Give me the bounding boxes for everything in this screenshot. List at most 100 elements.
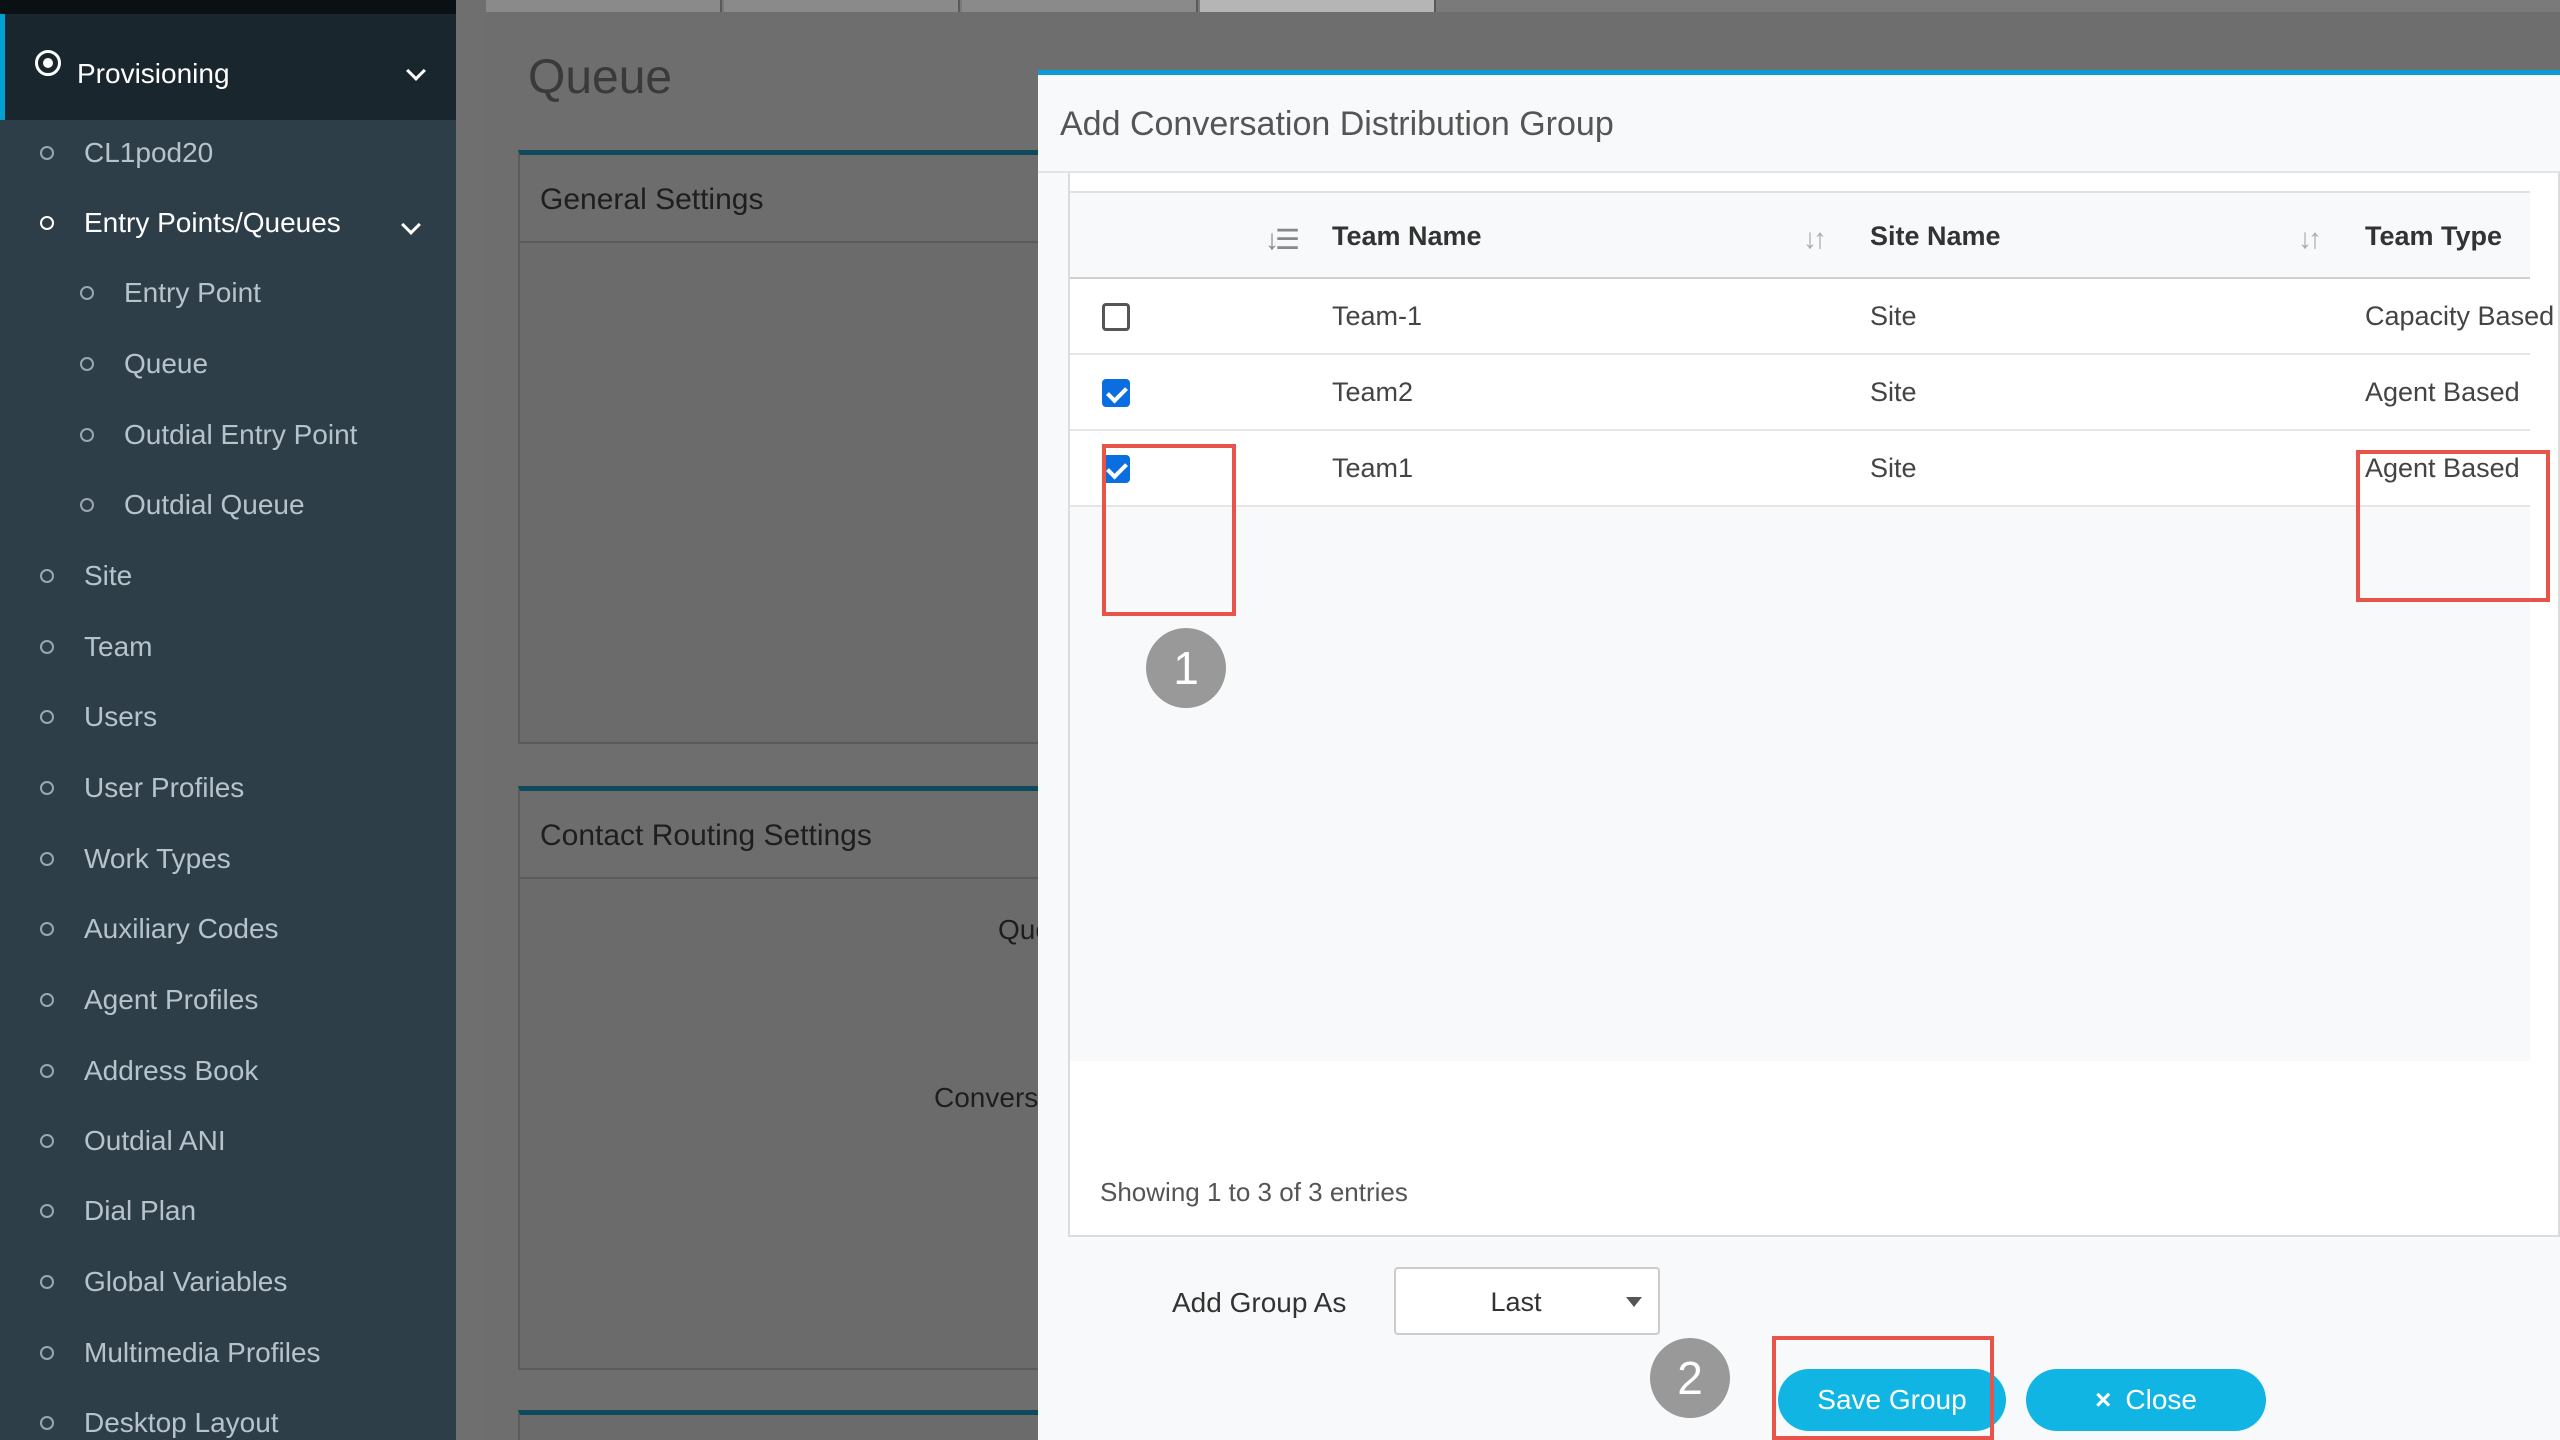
sort-icon[interactable]: ↓↑ [2298, 223, 2322, 255]
sidebar-section-provisioning[interactable]: Provisioning [0, 14, 456, 120]
sidebar-item-label: Entry Point [124, 277, 261, 308]
circle-icon [40, 993, 54, 1007]
sidebar-item-label: Dial Plan [84, 1195, 197, 1226]
sidebar-item-work-types[interactable]: Work Types [40, 834, 231, 884]
sidebar-item-label: Address Book [84, 1055, 259, 1086]
tab[interactable] [962, 0, 1198, 12]
sidebar-item-label: Team [84, 631, 153, 662]
sidebar-item-label: CL1pod20 [84, 137, 214, 168]
sidebar-item-multimedia-profiles[interactable]: Multimedia Profiles [40, 1328, 321, 1378]
sidebar-item-label: Outdial Queue [124, 489, 305, 520]
site-name-cell: Site [1870, 301, 1917, 331]
sidebar-item-desktop-layout[interactable]: Desktop Layout [40, 1398, 279, 1440]
tab[interactable] [486, 0, 722, 12]
sidebar-item-auxiliary-codes[interactable]: Auxiliary Codes [40, 904, 279, 954]
sidebar-item-label: Queue [124, 348, 209, 379]
tab-strip [486, 0, 2560, 12]
column-header-site-name[interactable]: Site Name [1870, 221, 2001, 252]
sidebar-item-queue[interactable]: Queue [80, 339, 208, 389]
select-value: Last [1490, 1287, 1542, 1317]
table-row[interactable]: Team2 Site Agent Based [1070, 355, 2530, 431]
sidebar-top-bar [0, 0, 456, 14]
sidebar-item-team[interactable]: Team [40, 622, 152, 672]
circle-icon [40, 146, 54, 160]
bottom-panel [518, 1410, 1058, 1440]
site-name-cell: Site [1870, 453, 1917, 483]
highlight-save-button [1772, 1336, 1994, 1440]
chevron-down-icon [401, 215, 421, 235]
sidebar-item-cl1pod20[interactable]: CL1pod20 [40, 128, 213, 178]
circle-icon [40, 781, 54, 795]
table-row[interactable]: Team-1 Site Capacity Based [1070, 279, 2554, 355]
button-label: Close [2125, 1384, 2197, 1415]
panel-title: General Settings [540, 183, 764, 216]
entries-info: Showing 1 to 3 of 3 entries [1100, 1177, 1408, 1207]
team-name-cell: Team2 [1332, 377, 1414, 407]
circle-icon [40, 569, 54, 583]
sort-icon[interactable]: ↓↑ [1803, 223, 1827, 255]
site-name-cell: Site [1870, 377, 1917, 407]
circle-icon [40, 1416, 54, 1430]
row-checkbox[interactable] [1102, 303, 1130, 331]
sidebar-item-agent-profiles[interactable]: Agent Profiles [40, 975, 258, 1025]
general-settings-panel: General Settings [518, 150, 1058, 744]
add-group-as-select[interactable]: Last [1394, 1267, 1660, 1335]
step-badge-1: 1 [1146, 628, 1226, 708]
chevron-down-icon [406, 61, 426, 81]
teams-table: ↓☰ Team Name ↓↑ Site Name ↓↑ Team Type T… [1070, 191, 2554, 1061]
panel-title: Contact Routing Settings [540, 819, 872, 852]
panel-header: General Settings [520, 155, 1056, 243]
tab-active[interactable] [1200, 0, 1436, 12]
circle-icon [40, 852, 54, 866]
target-icon [35, 50, 61, 76]
add-group-as-label: Add Group As [1172, 1287, 1347, 1318]
sidebar-item-user-profiles[interactable]: User Profiles [40, 763, 244, 813]
circle-icon [40, 1064, 54, 1078]
sidebar-item-outdial-ani[interactable]: Outdial ANI [40, 1116, 226, 1166]
sidebar-item-entry-points-queues[interactable]: Entry Points/Queues [40, 198, 341, 248]
sort-desc-icon[interactable]: ↓☰ [1265, 223, 1300, 256]
sidebar-item-label: Entry Points/Queues [84, 207, 341, 238]
team-name-cell: Team-1 [1332, 301, 1423, 331]
team-name-cell: Team1 [1332, 453, 1414, 483]
sidebar-item-label: Desktop Layout [84, 1407, 279, 1438]
sidebar-item-site[interactable]: Site [40, 551, 132, 601]
highlight-checkboxes [1102, 444, 1236, 616]
caret-down-icon [1626, 1297, 1642, 1307]
contact-routing-settings-panel: Contact Routing Settings [518, 786, 1058, 1370]
circle-icon [80, 357, 94, 371]
team-type-cell: Capacity Based [2365, 301, 2555, 331]
circle-icon [40, 1204, 54, 1218]
column-header-team-type[interactable]: Team Type [2365, 221, 2502, 252]
sidebar-section-title: Provisioning [77, 58, 230, 89]
sidebar-item-dial-plan[interactable]: Dial Plan [40, 1186, 196, 1236]
row-checkbox[interactable] [1102, 379, 1130, 407]
sidebar-item-outdial-queue[interactable]: Outdial Queue [80, 480, 305, 530]
sidebar: Provisioning CL1pod20 Entry Points/Queue… [0, 0, 456, 1440]
circle-icon [40, 640, 54, 654]
tab[interactable] [724, 0, 960, 12]
circle-icon [40, 1346, 54, 1360]
team-type-cell: Agent Based [2365, 377, 2520, 407]
sidebar-item-label: Global Variables [84, 1266, 288, 1297]
sidebar-item-label: Outdial ANI [84, 1125, 226, 1156]
highlight-team-types [2356, 450, 2550, 602]
sidebar-item-address-book[interactable]: Address Book [40, 1046, 258, 1096]
conversation-label-fragment: Conversa [934, 1082, 1054, 1113]
sidebar-item-users[interactable]: Users [40, 692, 157, 742]
close-icon: × [2095, 1384, 2112, 1415]
sidebar-item-global-variables[interactable]: Global Variables [40, 1257, 287, 1307]
sidebar-item-entry-point[interactable]: Entry Point [80, 268, 261, 318]
modal-title: Add Conversation Distribution Group [1060, 105, 1614, 143]
sidebar-item-label: Users [84, 701, 158, 732]
sidebar-item-label: Site [84, 560, 133, 591]
circle-icon [40, 1275, 54, 1289]
sidebar-item-outdial-entry-point[interactable]: Outdial Entry Point [80, 410, 357, 460]
table-row[interactable]: Team1 Site Agent Based [1070, 431, 2530, 507]
step-badge-2: 2 [1650, 1338, 1730, 1418]
circle-icon [80, 498, 94, 512]
column-header-team-name[interactable]: Team Name [1332, 221, 1482, 252]
sidebar-item-label: Outdial Entry Point [124, 419, 358, 450]
panel-header: Contact Routing Settings [520, 791, 1056, 879]
close-button[interactable]: × Close [2026, 1369, 2266, 1431]
